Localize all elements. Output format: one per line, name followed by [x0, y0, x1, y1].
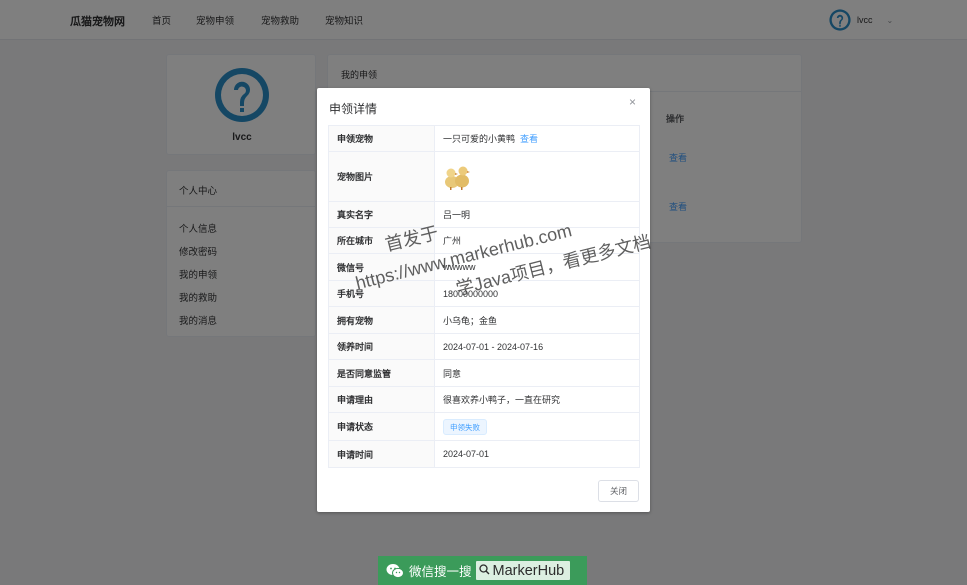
close-icon[interactable]: ×: [629, 95, 636, 109]
badge-brand: MarkerHub: [492, 562, 565, 579]
row-value: 18000000000: [434, 280, 640, 307]
row-label: 手机号: [328, 280, 435, 307]
badge-text: 微信搜一搜: [409, 565, 472, 579]
row-label: 领养时间: [328, 333, 435, 360]
table-row: 申请时间 2024-07-01: [328, 440, 640, 468]
dialog-title: 申领详情: [329, 102, 378, 116]
table-row: 手机号 18000000000: [328, 280, 640, 307]
claim-details-table: 申领宠物 一只可爱的小黄鸭 查看 宠物图片 真实名字 吕一明 所在城市 广州 微…: [328, 125, 640, 468]
row-label: 申请状态: [328, 412, 435, 441]
table-row: 是否同意监管 同意: [328, 359, 640, 387]
row-value: 2024-07-01: [434, 440, 640, 468]
row-value: 一只可爱的小黄鸭 查看: [434, 125, 640, 152]
row-label: 申请理由: [328, 386, 435, 413]
row-value: 吕一明: [434, 201, 640, 228]
search-icon: [478, 563, 490, 579]
claim-detail-dialog: 申领详情 × 申领宠物 一只可爱的小黄鸭 查看 宠物图片 真实名字 吕一明 所在…: [317, 88, 650, 512]
table-row: 领养时间 2024-07-01 - 2024-07-16: [328, 333, 640, 360]
pet-image[interactable]: [443, 161, 471, 191]
table-row: 微信号 wwwww: [328, 253, 640, 281]
table-row: 拥有宠物 小乌龟；金鱼: [328, 306, 640, 334]
table-row: 申领宠物 一只可爱的小黄鸭 查看: [328, 125, 640, 152]
row-label: 是否同意监管: [328, 359, 435, 387]
row-value: 同意: [434, 359, 640, 387]
view-pet-link[interactable]: 查看: [520, 134, 538, 144]
status-badge: 申领失败: [443, 418, 487, 435]
close-button[interactable]: 关闭: [598, 480, 639, 502]
row-label: 拥有宠物: [328, 306, 435, 334]
row-label: 申领宠物: [328, 125, 435, 152]
wechat-icon: [386, 563, 404, 578]
wechat-search-badge: 微信搜一搜 MarkerHub: [378, 556, 587, 585]
row-label: 真实名字: [328, 201, 435, 228]
row-value: 小乌龟；金鱼: [434, 306, 640, 334]
table-row: 真实名字 吕一明: [328, 201, 640, 228]
row-value: 广州: [434, 227, 640, 254]
pet-name: 一只可爱的小黄鸭: [443, 134, 516, 144]
row-label: 宠物图片: [328, 151, 435, 202]
row-label: 微信号: [328, 253, 435, 281]
row-value: [434, 151, 640, 202]
row-label: 所在城市: [328, 227, 435, 254]
table-row: 申请理由 很喜欢养小鸭子，一直在研究: [328, 386, 640, 413]
table-row: 申请状态 申领失败: [328, 412, 640, 441]
row-value: 2024-07-01 - 2024-07-16: [434, 333, 640, 360]
table-row: 所在城市 广州: [328, 227, 640, 254]
row-value: 申领失败: [434, 412, 640, 441]
row-value: wwwww: [434, 253, 640, 281]
badge-search-box: MarkerHub: [475, 561, 571, 580]
row-value: 很喜欢养小鸭子，一直在研究: [434, 386, 640, 413]
row-label: 申请时间: [328, 440, 435, 468]
table-row: 宠物图片: [328, 151, 640, 202]
